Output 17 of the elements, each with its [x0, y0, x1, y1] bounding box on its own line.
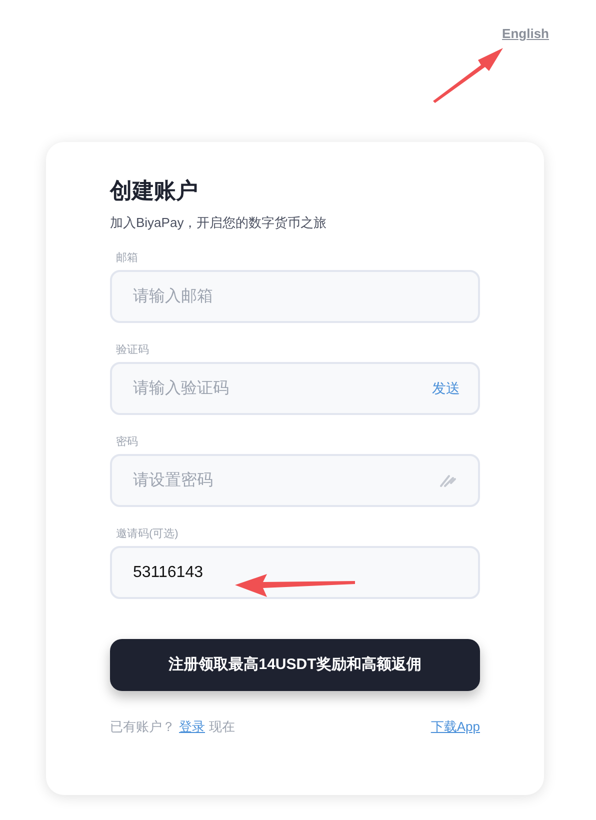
field-label: 邮箱: [116, 251, 139, 266]
input-field[interactable]: 53116143: [110, 546, 480, 599]
language-link[interactable]: English: [502, 24, 549, 42]
download-app-link[interactable]: 下载App: [430, 717, 480, 736]
input-field[interactable]: 请设置密码: [110, 454, 480, 507]
card-subtitle: 加入BiyaPay，开启您的数字货币之旅: [110, 214, 328, 232]
login-link[interactable]: 登录: [179, 717, 205, 736]
prompt-suffix: 现在: [209, 718, 235, 736]
account-prompt: 已有账户？: [110, 718, 175, 736]
card-title: 创建账户: [110, 177, 199, 205]
field-label: 验证码: [116, 343, 150, 358]
input-field[interactable]: 请输入邮箱: [110, 270, 480, 323]
eye-off-icon[interactable]: [439, 474, 457, 488]
register-button[interactable]: 注册领取最高14USDT奖励和高额返佣: [110, 639, 480, 691]
send-code-button[interactable]: 发送: [432, 378, 460, 399]
field-label: 密码: [116, 434, 139, 450]
field-label: 邀请码(可选): [116, 527, 180, 542]
